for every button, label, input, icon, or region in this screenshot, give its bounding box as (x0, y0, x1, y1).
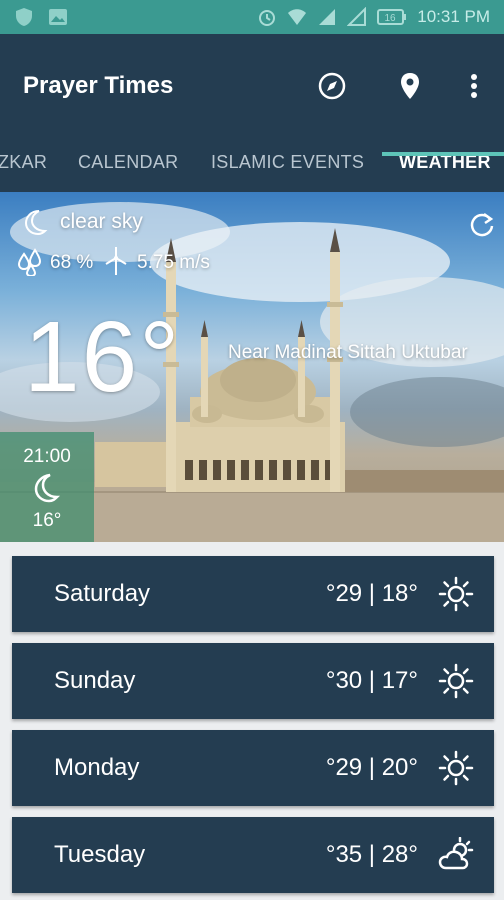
forecast-temps: °29 | 20° (325, 754, 418, 781)
hourly-forecast-item: 21:00 16° (0, 432, 94, 542)
wind-turbine-icon (105, 247, 127, 275)
current-temperature: 16° (24, 301, 182, 413)
battery-icon: 16 (377, 9, 407, 25)
overflow-menu-button[interactable] (458, 70, 490, 102)
signal-icon (347, 7, 367, 26)
wifi-icon (288, 9, 307, 25)
tab-bar: ZKAR CALENDAR ISLAMIC EVENTS WEATHER (0, 138, 504, 192)
forecast-temps: °35 | 28° (325, 841, 418, 868)
app-bar: Prayer Times ZKAR CALENDAR ISLAMIC EVENT… (0, 34, 504, 192)
wind-speed-value: 5.75 m/s (137, 252, 210, 273)
compass-button[interactable] (316, 70, 348, 102)
humidity-value: 68 % (50, 252, 94, 273)
hourly-temperature: 16° (32, 510, 62, 531)
svg-text:16: 16 (385, 13, 397, 24)
forecast-day: Monday (54, 754, 140, 781)
image-icon (49, 9, 67, 25)
partly-cloudy-icon (438, 837, 474, 870)
moon-icon (34, 473, 61, 503)
signal-icon (319, 9, 336, 25)
moon-icon (24, 210, 48, 236)
compass-icon (318, 72, 346, 100)
location-label: Near Madinat Sittah Uktubar (228, 342, 468, 363)
app-title: Prayer Times (23, 72, 174, 99)
shield-icon (16, 8, 32, 26)
status-time: 10:31 PM (417, 7, 490, 26)
forecast-card-saturday[interactable]: Saturday °29 | 18° (12, 556, 494, 632)
tab-azkar[interactable]: ZKAR (0, 138, 47, 192)
sun-icon (438, 750, 474, 786)
forecast-card-monday[interactable]: Monday °29 | 20° (12, 730, 494, 806)
forecast-temps: °30 | 17° (325, 667, 418, 694)
location-button[interactable] (394, 70, 426, 102)
location-pin-icon (401, 73, 419, 99)
forecast-temps: °29 | 18° (325, 580, 418, 607)
hourly-time: 21:00 (23, 446, 71, 467)
status-bar: 16 10:31 PM (0, 0, 504, 34)
sun-icon (438, 663, 474, 699)
sun-icon (438, 576, 474, 612)
forecast-day: Saturday (54, 580, 151, 607)
tab-islamic-events[interactable]: ISLAMIC EVENTS (211, 138, 364, 192)
tab-weather[interactable]: WEATHER (399, 138, 491, 192)
humidity-icon (17, 248, 42, 276)
forecast-card-tuesday[interactable]: Tuesday °35 | 28° (12, 817, 494, 893)
forecast-day: Sunday (54, 667, 136, 694)
refresh-button[interactable] (468, 210, 496, 238)
forecast-card-sunday[interactable]: Sunday °30 | 17° (12, 643, 494, 719)
weather-condition: clear sky (60, 210, 143, 233)
alarm-icon (259, 10, 276, 26)
current-weather-panel: clear sky 68 % 5.75 m/s 16° Near Madinat… (0, 192, 504, 542)
more-vert-icon (471, 74, 477, 98)
tab-calendar[interactable]: CALENDAR (78, 138, 178, 192)
tab-indicator (382, 152, 504, 156)
forecast-day: Tuesday (54, 841, 146, 868)
